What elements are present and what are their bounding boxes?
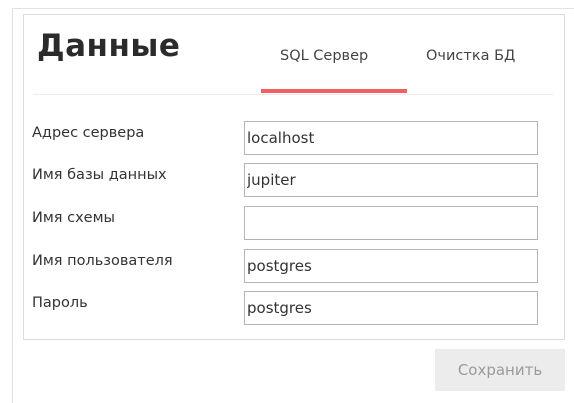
- username-label: Имя пользователя: [32, 253, 173, 269]
- password-input[interactable]: [244, 291, 538, 325]
- database-name-label: Имя базы данных: [32, 167, 167, 183]
- server-address-input[interactable]: [244, 121, 538, 155]
- header-divider: [33, 94, 553, 95]
- tab-sql-server[interactable]: SQL Сервер: [280, 49, 368, 64]
- page-title: Данные: [37, 28, 181, 64]
- form-row-server-address: Адрес сервера: [24, 121, 564, 155]
- server-address-label: Адрес сервера: [32, 125, 145, 141]
- form-row-schema-name: Имя схемы: [24, 206, 564, 240]
- password-label: Пароль: [32, 295, 88, 311]
- save-button[interactable]: Сохранить: [435, 349, 565, 391]
- data-settings-panel: Данные SQL Сервер Очистка БД Адрес серве…: [23, 14, 565, 340]
- database-name-input[interactable]: [244, 163, 538, 197]
- username-input[interactable]: [244, 249, 538, 283]
- form-row-database-name: Имя базы данных: [24, 163, 564, 197]
- tab-db-cleanup[interactable]: Очистка БД: [426, 49, 515, 64]
- active-tab-indicator: [261, 89, 407, 93]
- schema-name-label: Имя схемы: [32, 210, 115, 226]
- form-row-username: Имя пользователя: [24, 249, 564, 283]
- schema-name-input[interactable]: [244, 206, 538, 240]
- form-row-password: Пароль: [24, 291, 564, 325]
